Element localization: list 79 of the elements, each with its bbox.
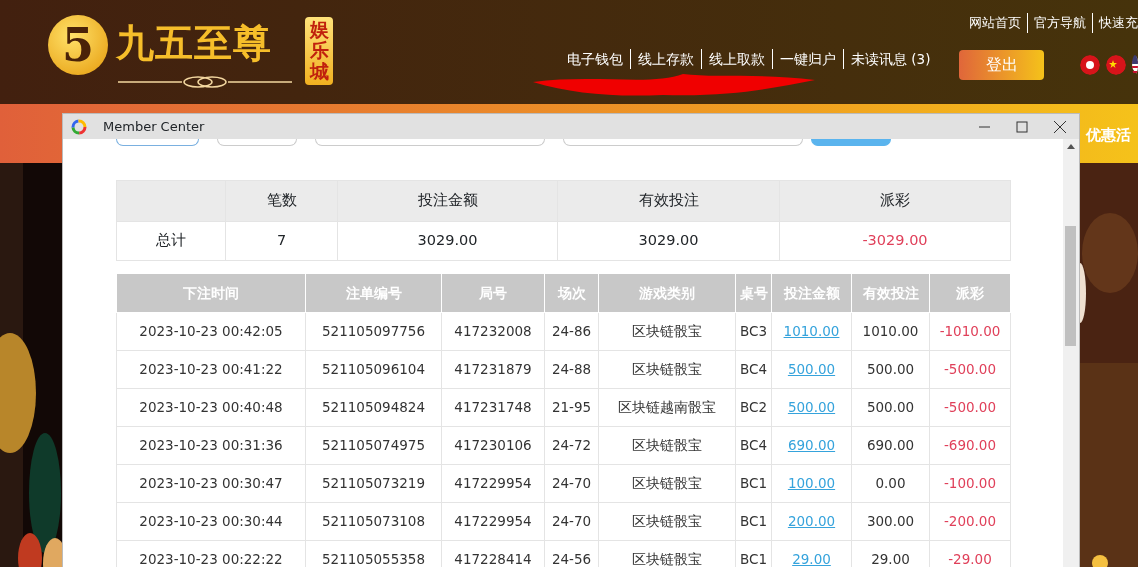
table-cell: 7 bbox=[225, 221, 338, 261]
table-cell: 区块链骰宝 bbox=[598, 312, 736, 350]
table-cell: 区块链骰宝 bbox=[598, 426, 736, 464]
table-cell: 区块链骰宝 bbox=[598, 350, 736, 388]
table-cell: -200.00 bbox=[929, 502, 1011, 540]
table-cell: BC4 bbox=[735, 350, 772, 388]
nav-link[interactable]: 线上存款 bbox=[630, 49, 694, 70]
table-cell: 2023-10-23 00:41:22 bbox=[116, 350, 306, 388]
scrollbar-thumb[interactable] bbox=[1065, 226, 1076, 346]
table-cell: 417230106 bbox=[441, 426, 545, 464]
logo-mark: 5 bbox=[48, 15, 108, 75]
table-cell: -3029.00 bbox=[779, 221, 1011, 261]
table-cell: 417231879 bbox=[441, 350, 545, 388]
table-cell: 区块链骰宝 bbox=[598, 502, 736, 540]
flag-icon[interactable] bbox=[1106, 55, 1126, 75]
app-icon bbox=[71, 118, 87, 135]
column-header: 派彩 bbox=[779, 180, 1011, 222]
table-cell: BC1 bbox=[735, 502, 772, 540]
table-cell: 24-70 bbox=[544, 502, 599, 540]
nav-link[interactable]: 一键归户 bbox=[772, 49, 836, 70]
table-cell: 690.00 bbox=[851, 426, 930, 464]
table-cell: -1010.00 bbox=[929, 312, 1011, 350]
table-cell: 24-72 bbox=[544, 426, 599, 464]
table-cell: 区块链越南骰宝 bbox=[598, 388, 736, 426]
table-cell: -500.00 bbox=[929, 388, 1011, 426]
flag-icon[interactable] bbox=[1080, 55, 1100, 75]
top-link[interactable]: 快速充 bbox=[1092, 13, 1138, 33]
table-cell: 500.00 bbox=[851, 350, 930, 388]
search-button[interactable] bbox=[811, 139, 891, 146]
table-cell: 区块链骰宝 bbox=[598, 464, 736, 502]
nav-link[interactable]: 电子钱包 bbox=[567, 49, 623, 70]
logo-text: 九五至尊 bbox=[116, 20, 272, 67]
table-cell: 2023-10-23 00:30:47 bbox=[116, 464, 306, 502]
column-header: 笔数 bbox=[225, 180, 338, 222]
table-cell: 2023-10-23 00:42:05 bbox=[116, 312, 306, 350]
table-cell: 总计 bbox=[116, 221, 226, 261]
table-cell: 24-86 bbox=[544, 312, 599, 350]
logout-button[interactable]: 登出 bbox=[959, 50, 1044, 80]
table-cell: -100.00 bbox=[929, 464, 1011, 502]
table-cell: 3029.00 bbox=[337, 221, 558, 261]
table-cell: 1010.00 bbox=[851, 312, 930, 350]
table-cell: 500.00 bbox=[851, 388, 930, 426]
column-header: 投注金额 bbox=[337, 180, 558, 222]
table-cell: 2023-10-23 00:30:44 bbox=[116, 502, 306, 540]
table-cell: 521105074975 bbox=[305, 426, 442, 464]
table-cell: 521105096104 bbox=[305, 350, 442, 388]
promo-tab[interactable]: 优惠活 bbox=[1086, 124, 1131, 147]
table-cell: BC2 bbox=[735, 388, 772, 426]
table-cell: 417231748 bbox=[441, 388, 545, 426]
table-cell: 417232008 bbox=[441, 312, 545, 350]
table-cell: 2023-10-23 00:40:48 bbox=[116, 388, 306, 426]
table-cell: 2023-10-23 00:22:22 bbox=[116, 540, 306, 567]
table-cell: BC3 bbox=[735, 312, 772, 350]
table-cell: 417229954 bbox=[441, 502, 545, 540]
column-header: 有效投注 bbox=[557, 180, 780, 222]
logo-badge: 娱乐城 bbox=[305, 17, 333, 85]
table-cell: 0.00 bbox=[851, 464, 930, 502]
window-title: Member Center bbox=[103, 117, 205, 136]
nav-link[interactable]: 线上取款 bbox=[701, 49, 765, 70]
table-cell: 3029.00 bbox=[557, 221, 780, 261]
table-cell: BC1 bbox=[735, 464, 772, 502]
table-cell: 24-88 bbox=[544, 350, 599, 388]
flag-icon[interactable] bbox=[1132, 55, 1138, 75]
nav-link[interactable]: 未读讯息 (3) bbox=[843, 49, 931, 70]
top-link[interactable]: 官方导航 bbox=[1027, 13, 1086, 33]
table-cell: 521105073108 bbox=[305, 502, 442, 540]
table-cell: 521105094824 bbox=[305, 388, 442, 426]
table-cell: 24-70 bbox=[544, 464, 599, 502]
table-cell: 521105097756 bbox=[305, 312, 442, 350]
table-cell: 417229954 bbox=[441, 464, 545, 502]
ornament-icon bbox=[118, 76, 292, 88]
table-cell: 21-95 bbox=[544, 388, 599, 426]
table-cell: 300.00 bbox=[851, 502, 930, 540]
table-cell: 521105073219 bbox=[305, 464, 442, 502]
table-cell: BC4 bbox=[735, 426, 772, 464]
table-cell: -690.00 bbox=[929, 426, 1011, 464]
table-cell: -500.00 bbox=[929, 350, 1011, 388]
table-cell: 2023-10-23 00:31:36 bbox=[116, 426, 306, 464]
top-link[interactable]: 网站首页 bbox=[969, 13, 1021, 33]
